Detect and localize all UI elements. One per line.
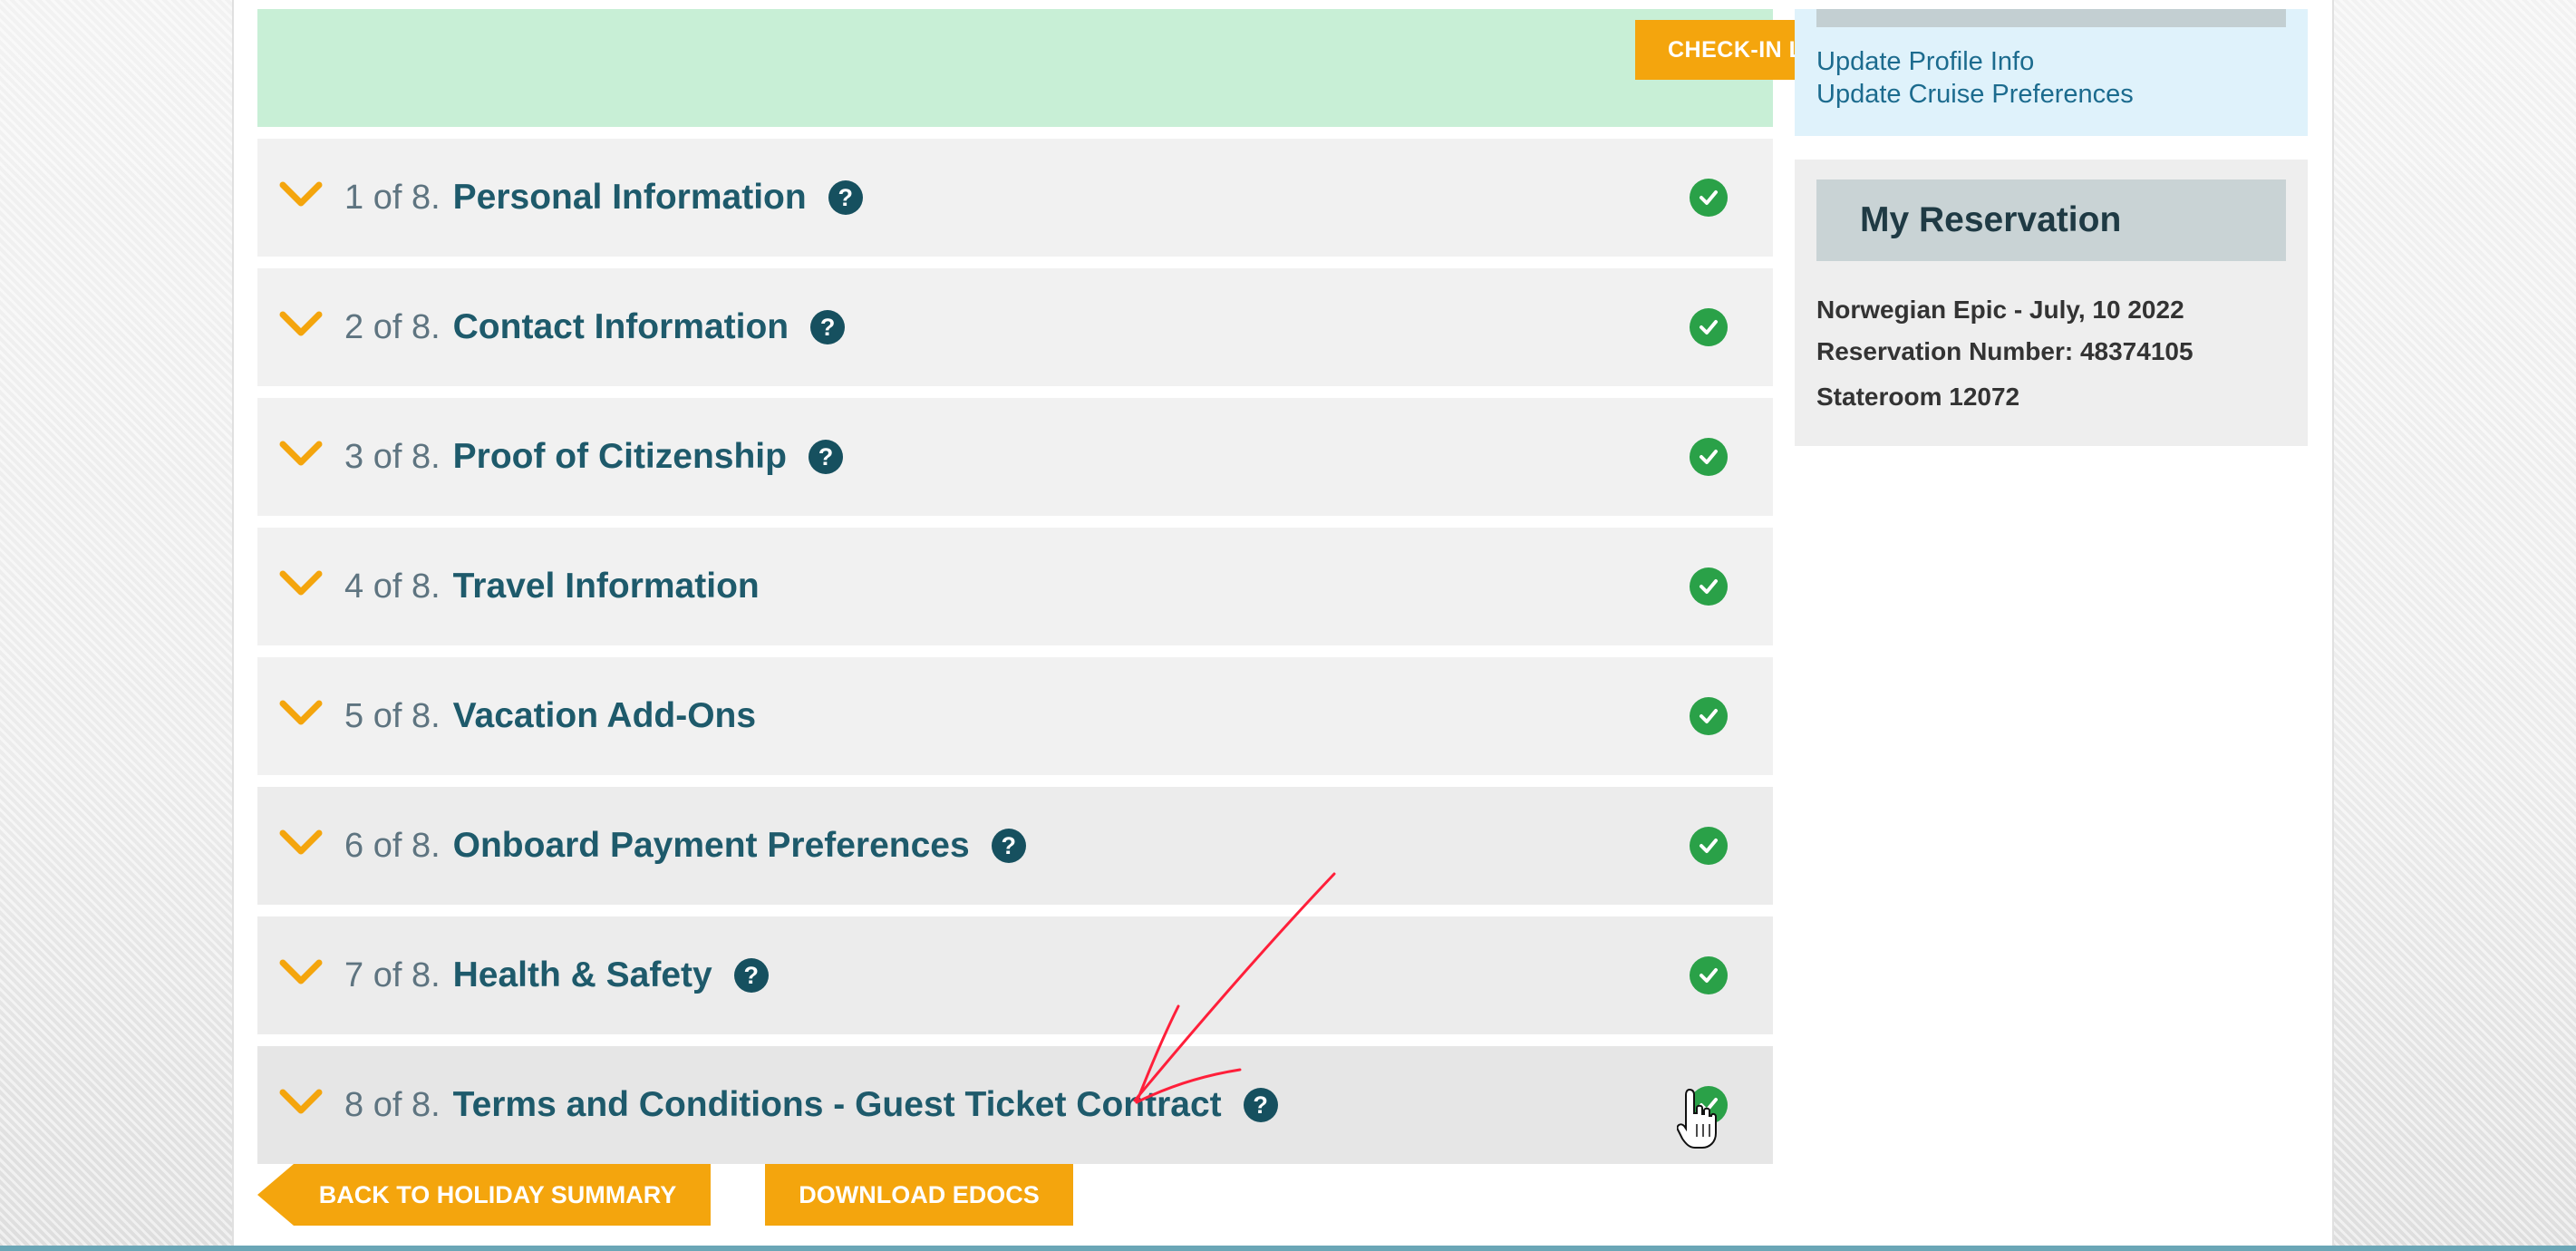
step-title[interactable]: Health & Safety: [453, 955, 712, 995]
chevron-down-icon[interactable]: [279, 1089, 323, 1116]
reservation-number-text: Reservation Number: 48374105: [1816, 337, 2193, 365]
ship-date-text: Norwegian Epic - July, 10 2022: [1816, 296, 2184, 324]
check-circle-icon: [1690, 697, 1728, 735]
step-title[interactable]: Personal Information: [453, 178, 807, 218]
step-title[interactable]: Contact Information: [453, 307, 789, 347]
chevron-down-icon[interactable]: [279, 441, 323, 468]
step-number: 1 of 8.: [344, 178, 441, 217]
chevron-down-icon[interactable]: [279, 181, 323, 208]
step-title[interactable]: Travel Information: [453, 567, 760, 606]
accordion-step-8[interactable]: 8 of 8. Terms and Conditions - Guest Tick…: [257, 1046, 1773, 1164]
help-icon[interactable]: ?: [1243, 1088, 1278, 1122]
step-number: 7 of 8.: [344, 955, 441, 994]
update-cruise-preferences-link[interactable]: Update Cruise Preferences: [1816, 80, 2134, 110]
back-to-holiday-summary-button[interactable]: BACK TO HOLIDAY SUMMARY: [257, 1164, 711, 1226]
chevron-down-icon[interactable]: [279, 700, 323, 727]
profile-panel: Update Profile Info Update Cruise Prefer…: [1795, 9, 2308, 136]
my-reservation-title: My Reservation: [1816, 179, 2286, 261]
accordion-step-2[interactable]: 2 of 8. Contact Information?: [257, 268, 1773, 386]
hand-pointer-icon: [1677, 1088, 1717, 1149]
chevron-down-icon[interactable]: [279, 959, 323, 986]
step-label: 1 of 8. Personal Information?: [344, 178, 863, 218]
bottom-edge-bar: [0, 1246, 2576, 1251]
help-icon[interactable]: ?: [808, 440, 843, 474]
step-number: 2 of 8.: [344, 307, 441, 346]
check-circle-icon: [1690, 956, 1728, 994]
chevron-down-icon[interactable]: [279, 311, 323, 338]
chevron-down-icon[interactable]: [279, 829, 323, 857]
step-title[interactable]: Onboard Payment Preferences: [453, 826, 970, 866]
step-number: 8 of 8.: [344, 1085, 441, 1124]
step-label: 8 of 8. Terms and Conditions - Guest Tick…: [344, 1085, 1278, 1125]
download-edocs-button[interactable]: DOWNLOAD EDOCS: [765, 1164, 1073, 1226]
accordion-step-7[interactable]: 7 of 8. Health & Safety?: [257, 916, 1773, 1034]
my-reservation-panel: My Reservation Norwegian Epic - July, 10…: [1795, 160, 2308, 446]
step-label: 3 of 8. Proof of Citizenship?: [344, 437, 843, 477]
accordion-step-5[interactable]: 5 of 8. Vacation Add-Ons: [257, 657, 1773, 775]
step-label: 5 of 8. Vacation Add-Ons: [344, 696, 756, 736]
chevron-down-icon[interactable]: [279, 570, 323, 597]
help-icon[interactable]: ?: [991, 829, 1026, 863]
step-number: 5 of 8.: [344, 696, 441, 735]
help-icon[interactable]: ?: [733, 958, 769, 993]
step-label: 2 of 8. Contact Information?: [344, 307, 846, 347]
stateroom-text: Stateroom 12072: [1816, 383, 2020, 411]
profile-panel-header-bar: [1816, 9, 2286, 27]
step-title[interactable]: Proof of Citizenship: [453, 437, 787, 477]
step-label: 6 of 8. Onboard Payment Preferences?: [344, 826, 1026, 866]
check-circle-icon: [1690, 438, 1728, 476]
step-label: 7 of 8. Health & Safety?: [344, 955, 769, 995]
accordion-step-1[interactable]: 1 of 8. Personal Information?: [257, 139, 1773, 257]
step-number: 3 of 8.: [344, 437, 441, 476]
checkin-panel: CHECK-IN LOTTE: [257, 9, 1940, 127]
step-title[interactable]: Vacation Add-Ons: [453, 696, 756, 736]
accordion-step-6[interactable]: 6 of 8. Onboard Payment Preferences?: [257, 787, 1773, 905]
step-number: 4 of 8.: [344, 567, 441, 606]
check-circle-icon: [1690, 567, 1728, 606]
checkin-steps-accordion: 1 of 8. Personal Information? 2 of 8. Conta…: [257, 139, 1773, 1176]
check-circle-icon: [1690, 827, 1728, 865]
help-icon[interactable]: ?: [810, 310, 846, 344]
check-circle-icon: [1690, 308, 1728, 346]
step-title[interactable]: Terms and Conditions - Guest Ticket Cont…: [453, 1085, 1222, 1125]
accordion-step-4[interactable]: 4 of 8. Travel Information: [257, 528, 1773, 645]
accordion-step-3[interactable]: 3 of 8. Proof of Citizenship?: [257, 398, 1773, 516]
step-number: 6 of 8.: [344, 826, 441, 865]
help-icon[interactable]: ?: [828, 180, 863, 215]
check-circle-icon: [1690, 179, 1728, 217]
update-profile-info-link[interactable]: Update Profile Info: [1816, 47, 2034, 77]
step-label: 4 of 8. Travel Information: [344, 567, 760, 606]
